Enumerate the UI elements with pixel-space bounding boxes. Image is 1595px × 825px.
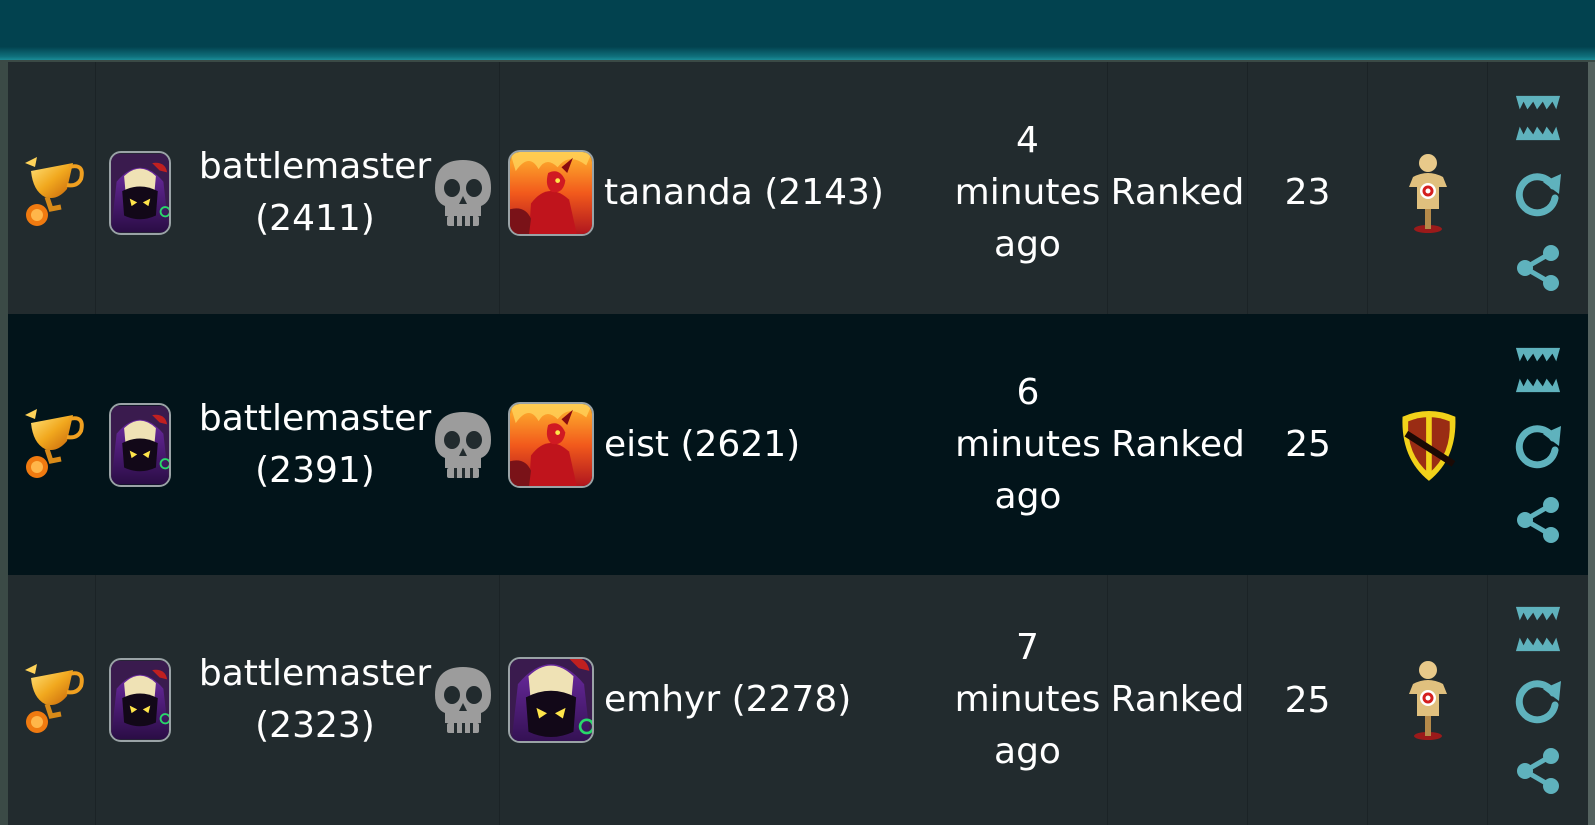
time-unit: minutes bbox=[954, 171, 1101, 213]
mode-cell: Ranked bbox=[1108, 62, 1248, 323]
top-bar bbox=[0, 0, 1595, 60]
opponent-name: eist (2621) bbox=[604, 423, 801, 465]
trophy-icon bbox=[17, 660, 87, 740]
target-dummy-icon bbox=[1403, 151, 1453, 235]
table-row[interactable]: battlemaster (2411) tananda (2143) 4 minut… bbox=[8, 62, 1588, 323]
shield-icon bbox=[1395, 403, 1461, 487]
deck-cell bbox=[1368, 575, 1488, 825]
time-unit: minutes bbox=[955, 423, 1101, 465]
time-cell: 6 minutes ago bbox=[948, 314, 1108, 575]
time-suffix: ago bbox=[994, 223, 1061, 265]
opponent-cell[interactable]: tananda (2143) bbox=[594, 62, 948, 323]
time-suffix: ago bbox=[994, 731, 1061, 772]
player-avatar-cell bbox=[96, 62, 184, 323]
share-button[interactable] bbox=[1511, 744, 1565, 798]
player-avatar[interactable] bbox=[109, 658, 171, 742]
player-name: battlemaster bbox=[198, 145, 432, 187]
skull-icon bbox=[433, 664, 493, 736]
result-cell bbox=[8, 314, 96, 575]
trophy-icon bbox=[17, 153, 87, 233]
trophy-icon bbox=[17, 405, 87, 485]
actions-cell bbox=[1488, 314, 1588, 575]
actions-cell bbox=[1488, 575, 1588, 825]
table-row[interactable]: battlemaster (2391) eist (2621) 6 minutes a… bbox=[8, 314, 1588, 575]
actions-cell bbox=[1488, 62, 1588, 323]
opponent-avatar-cell bbox=[500, 575, 594, 825]
outcome-cell bbox=[426, 62, 500, 323]
replay-button[interactable] bbox=[1511, 418, 1565, 472]
outcome-cell bbox=[426, 314, 500, 575]
table-row[interactable]: battlemaster (2323) emhyr (2278) 7 minutes… bbox=[8, 575, 1588, 825]
opponent-name: emhyr (2278) bbox=[604, 679, 852, 720]
player-name-cell[interactable]: battlemaster (2391) bbox=[184, 314, 446, 575]
fangs-button[interactable] bbox=[1511, 343, 1565, 397]
mode-cell: Ranked bbox=[1108, 575, 1248, 825]
player-avatar-cell bbox=[96, 575, 184, 825]
result-cell bbox=[8, 62, 96, 323]
match-mode: Ranked bbox=[1111, 423, 1245, 465]
replay-icon bbox=[1513, 420, 1563, 470]
replay-icon bbox=[1513, 675, 1563, 725]
turns-cell: 25 bbox=[1248, 314, 1368, 575]
opponent-avatar-cell bbox=[500, 314, 594, 575]
turn-count: 25 bbox=[1285, 424, 1331, 465]
time-value: 6 bbox=[1016, 371, 1040, 413]
share-icon bbox=[1513, 243, 1563, 293]
opponent-avatar[interactable] bbox=[508, 657, 594, 743]
share-button[interactable] bbox=[1511, 493, 1565, 547]
skull-icon bbox=[433, 157, 493, 229]
outcome-cell bbox=[426, 575, 500, 825]
fangs-icon bbox=[1514, 94, 1562, 142]
turns-cell: 25 bbox=[1248, 575, 1368, 825]
time-value: 4 bbox=[1016, 119, 1039, 161]
opponent-cell[interactable]: eist (2621) bbox=[594, 314, 948, 575]
mode-cell: Ranked bbox=[1108, 314, 1248, 575]
opponent-avatar[interactable] bbox=[508, 149, 594, 236]
replay-icon bbox=[1513, 168, 1563, 218]
scrollbar-track[interactable] bbox=[1588, 62, 1595, 825]
match-mode: Ranked bbox=[1110, 679, 1245, 720]
time-suffix: ago bbox=[994, 475, 1062, 517]
opponent-name: tananda (2143) bbox=[604, 171, 884, 213]
opponent-avatar[interactable] bbox=[508, 401, 594, 488]
turn-count: 25 bbox=[1284, 679, 1331, 721]
player-rating: (2391) bbox=[255, 449, 375, 491]
turns-cell: 23 bbox=[1248, 62, 1368, 323]
time-unit: minutes bbox=[954, 679, 1101, 720]
player-rating: (2323) bbox=[255, 705, 375, 746]
player-name-cell[interactable]: battlemaster (2411) bbox=[184, 62, 446, 323]
share-icon bbox=[1513, 746, 1563, 796]
turn-count: 23 bbox=[1284, 172, 1331, 213]
fangs-icon bbox=[1514, 605, 1562, 653]
share-icon bbox=[1513, 495, 1563, 545]
fangs-button[interactable] bbox=[1511, 602, 1565, 656]
time-cell: 7 minutes ago bbox=[948, 575, 1108, 825]
player-rating: (2411) bbox=[255, 197, 375, 239]
fangs-icon bbox=[1514, 346, 1562, 394]
player-name: battlemaster bbox=[198, 653, 432, 694]
deck-cell bbox=[1368, 314, 1488, 575]
share-button[interactable] bbox=[1511, 241, 1565, 295]
time-value: 7 bbox=[1016, 627, 1039, 668]
time-cell: 4 minutes ago bbox=[948, 62, 1108, 323]
replay-button[interactable] bbox=[1511, 673, 1565, 727]
match-history-table: battlemaster (2411) tananda (2143) 4 minut… bbox=[8, 62, 1588, 825]
player-avatar[interactable] bbox=[109, 402, 171, 487]
fangs-button[interactable] bbox=[1511, 91, 1565, 145]
result-cell bbox=[8, 575, 96, 825]
opponent-avatar-cell bbox=[500, 62, 594, 323]
replay-button[interactable] bbox=[1511, 166, 1565, 220]
player-name-cell[interactable]: battlemaster (2323) bbox=[184, 575, 446, 825]
skull-icon bbox=[433, 409, 493, 481]
deck-cell bbox=[1368, 62, 1488, 323]
player-avatar[interactable] bbox=[109, 150, 171, 235]
opponent-cell[interactable]: emhyr (2278) bbox=[594, 575, 948, 825]
player-name: battlemaster bbox=[198, 397, 432, 439]
player-avatar-cell bbox=[96, 314, 184, 575]
match-mode: Ranked bbox=[1110, 171, 1245, 213]
target-dummy-icon bbox=[1403, 658, 1453, 742]
